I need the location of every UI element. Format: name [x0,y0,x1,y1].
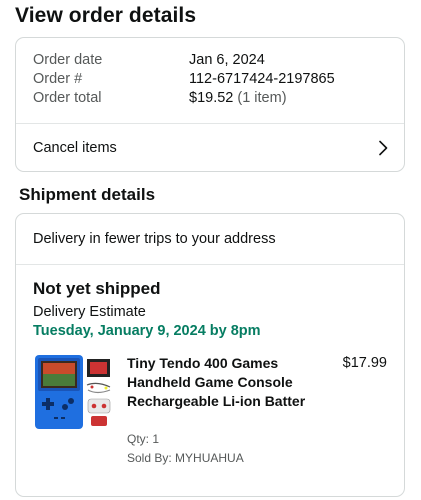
handheld-game-console-image[interactable] [34,355,112,430]
order-total-item-count: (1 item) [237,90,287,106]
order-date-label: Order date [33,52,103,68]
order-number-value: 112-6717424-2197865 [189,71,335,87]
shipment-section-title: Shipment details [19,185,156,204]
chevron-right-icon [379,140,388,156]
delivery-estimate-label: Delivery Estimate [33,304,146,320]
product-quantity: Qty: 1 [127,432,160,446]
cancel-items-label: Cancel items [33,140,117,156]
order-total-amount: $19.52 [189,90,234,106]
page-title: View order details [15,4,197,27]
product-title-link[interactable]: Tiny Tendo 400 Games Handheld Game Conso… [127,354,307,411]
shipment-status: Not yet shipped [33,279,161,298]
order-total-value: $19.52 (1 item) [189,90,287,106]
order-number-label: Order # [33,71,83,87]
divider [16,264,404,265]
product-seller: Sold By: MYHUAHUA [127,451,244,465]
delivery-note: Delivery in fewer trips to your address [33,231,276,247]
order-date-value: Jan 6, 2024 [189,52,265,68]
order-total-label: Order total [33,90,102,106]
shipment-card: Delivery in fewer trips to your address … [15,213,405,497]
delivery-estimate-date: Tuesday, January 9, 2024 by 8pm [33,323,261,339]
product-price: $17.99 [342,355,387,371]
cancel-items-button[interactable]: Cancel items [16,124,404,172]
order-summary-card: Order date Jan 6, 2024 Order # 112-67174… [15,37,405,172]
